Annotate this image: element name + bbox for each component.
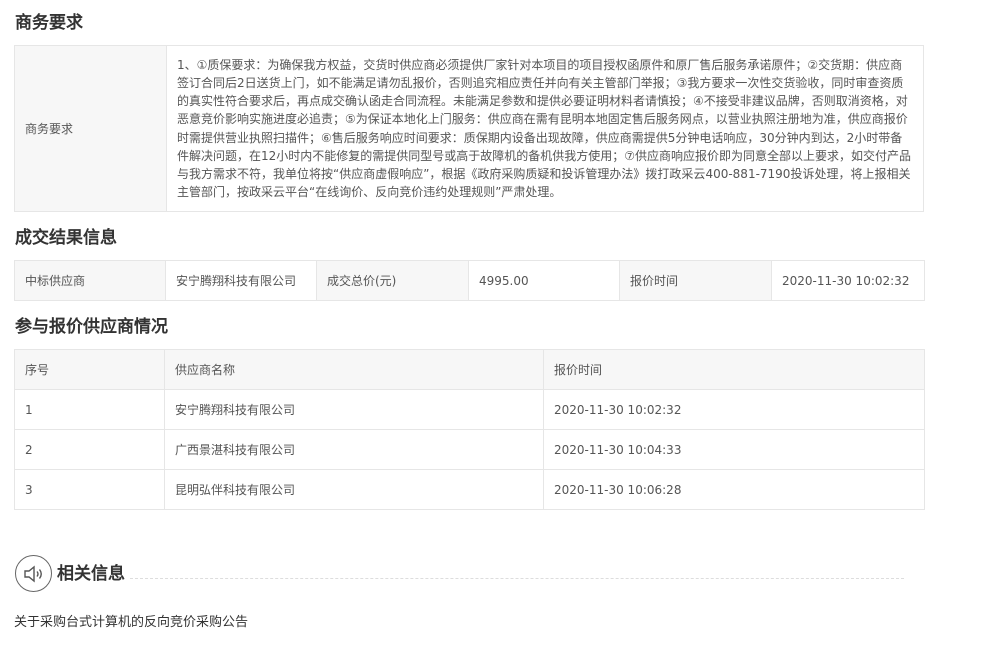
row-index: 3 bbox=[14, 469, 165, 510]
row-bid-time: 2020-11-30 10:04:33 bbox=[543, 429, 925, 470]
divider bbox=[130, 578, 904, 579]
total-price-label: 成交总价(元) bbox=[316, 260, 469, 301]
table-row: 1 安宁腾翔科技有限公司 2020-11-30 10:02:32 bbox=[14, 389, 925, 430]
header-index: 序号 bbox=[14, 349, 165, 390]
winner-value: 安宁腾翔科技有限公司 bbox=[165, 260, 317, 301]
row-bid-time: 2020-11-30 10:02:32 bbox=[543, 389, 925, 430]
bids-table: 序号 供应商名称 报价时间 1 安宁腾翔科技有限公司 2020-11-30 10… bbox=[14, 349, 925, 510]
business-requirements-label: 商务要求 bbox=[14, 45, 167, 212]
result-table: 中标供应商 安宁腾翔科技有限公司 成交总价(元) 4995.00 报价时间 20… bbox=[14, 260, 925, 301]
table-row: 3 昆明弘伴科技有限公司 2020-11-30 10:06:28 bbox=[14, 469, 925, 510]
row-supplier-name: 安宁腾翔科技有限公司 bbox=[164, 389, 544, 430]
bids-table-header-row: 序号 供应商名称 报价时间 bbox=[14, 349, 925, 390]
related-info-title: 相关信息 bbox=[57, 564, 125, 584]
bids-section-title: 参与报价供应商情况 bbox=[15, 317, 168, 337]
header-bid-time: 报价时间 bbox=[543, 349, 925, 390]
speaker-icon bbox=[15, 555, 52, 592]
bid-time-label: 报价时间 bbox=[619, 260, 772, 301]
table-row: 2 广西景湛科技有限公司 2020-11-30 10:04:33 bbox=[14, 429, 925, 470]
winner-label: 中标供应商 bbox=[14, 260, 166, 301]
row-supplier-name: 广西景湛科技有限公司 bbox=[164, 429, 544, 470]
bid-time-value: 2020-11-30 10:02:32 bbox=[771, 260, 925, 301]
header-supplier-name: 供应商名称 bbox=[164, 349, 544, 390]
row-index: 1 bbox=[14, 389, 165, 430]
row-bid-time: 2020-11-30 10:06:28 bbox=[543, 469, 925, 510]
business-requirements-table: 商务要求 1、①质保要求：为确保我方权益，交货时供应商必须提供厂家针对本项目的项… bbox=[14, 45, 924, 212]
row-index: 2 bbox=[14, 429, 165, 470]
related-info-header: 相关信息 bbox=[14, 555, 906, 595]
business-requirements-content: 1、①质保要求：为确保我方权益，交货时供应商必须提供厂家针对本项目的项目授权函原… bbox=[166, 45, 924, 212]
result-section-title: 成交结果信息 bbox=[15, 228, 117, 248]
row-supplier-name: 昆明弘伴科技有限公司 bbox=[164, 469, 544, 510]
total-price-value: 4995.00 bbox=[468, 260, 620, 301]
business-section-title: 商务要求 bbox=[15, 13, 83, 33]
related-announcement-link[interactable]: 关于采购台式计算机的反向竞价采购公告 bbox=[14, 614, 248, 632]
